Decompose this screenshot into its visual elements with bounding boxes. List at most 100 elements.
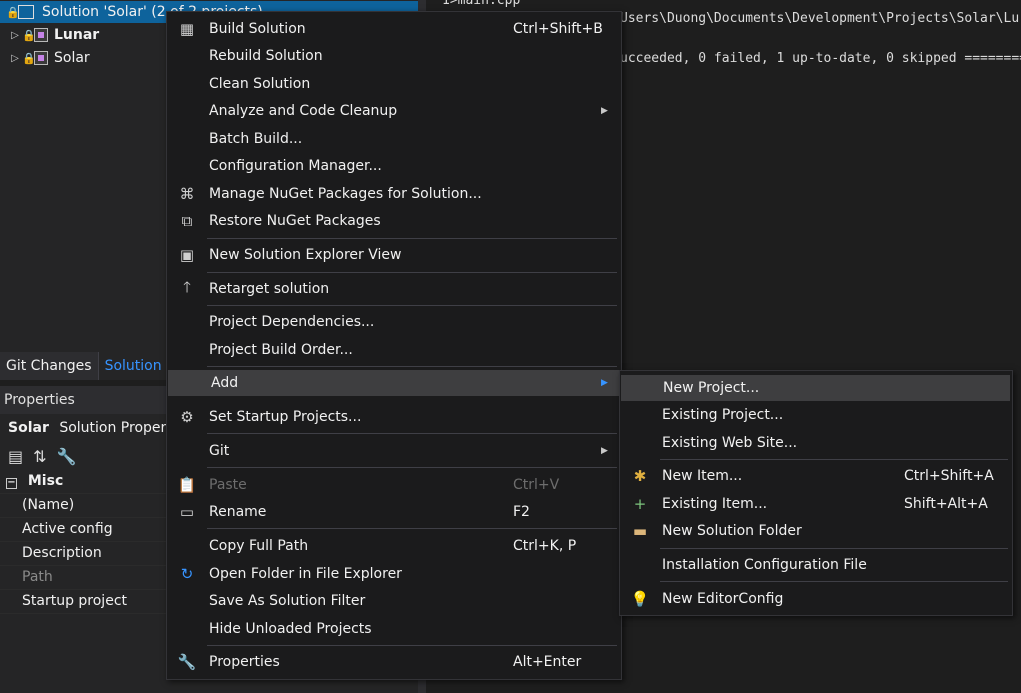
menu-shortcut: F2 xyxy=(513,504,530,520)
menu-item-retarget-solution[interactable]: 🡑 Retarget solution xyxy=(167,276,621,302)
editorconfig-icon: 💡 xyxy=(630,590,650,608)
menu-item-restore-nuget[interactable]: ⧉ Restore NuGet Packages xyxy=(167,208,621,234)
menu-item-set-startup-projects[interactable]: ⚙ Set Startup Projects... xyxy=(167,404,621,430)
menu-shortcut: Ctrl+V xyxy=(513,477,560,493)
menu-item-build-solution[interactable]: ▦ Build Solution Ctrl+Shift+B xyxy=(167,16,621,42)
wrench-icon[interactable]: 🔧 xyxy=(57,447,77,466)
menu-item-project-dependencies[interactable]: Project Dependencies... xyxy=(167,309,621,335)
existing-item-icon: + xyxy=(633,495,647,513)
menu-separator xyxy=(207,238,617,239)
menu-item-git[interactable]: Git ▶ xyxy=(167,438,621,464)
menu-label: Open Folder in File Explorer xyxy=(209,566,402,582)
menu-label: Git xyxy=(209,443,230,459)
menu-item-add[interactable]: Add ▶ xyxy=(168,370,620,396)
expand-arrow-icon[interactable]: ▷ xyxy=(8,53,22,64)
alphabetical-icon[interactable]: ⇅ xyxy=(33,447,46,466)
restore-icon: ⧉ xyxy=(181,212,193,230)
menu-label: Project Build Order... xyxy=(209,342,353,358)
menu-label: Rename xyxy=(209,504,267,520)
menu-shortcut: Ctrl+Shift+B xyxy=(513,21,603,37)
categorized-icon[interactable]: ▤ xyxy=(8,447,23,466)
menu-item-new-solution-explorer-view[interactable]: ▣ New Solution Explorer View xyxy=(167,242,621,268)
menu-label: Properties xyxy=(209,654,280,670)
menu-shortcut: Alt+Enter xyxy=(513,654,582,670)
menu-item-clean-solution[interactable]: Clean Solution xyxy=(167,71,621,97)
menu-label: Restore NuGet Packages xyxy=(209,213,381,229)
submenu-item-new-solution-folder[interactable]: ▬ New Solution Folder xyxy=(620,518,1012,544)
submenu-item-existing-project[interactable]: Existing Project... xyxy=(620,402,1012,428)
menu-item-properties[interactable]: 🔧 Properties Alt+Enter xyxy=(167,649,621,675)
menu-separator xyxy=(207,528,617,529)
project-label: Lunar xyxy=(54,27,100,43)
menu-label: Paste xyxy=(209,477,247,493)
menu-separator xyxy=(207,305,617,306)
property-name: Startup project xyxy=(22,593,127,609)
arrow-up-icon: 🡑 xyxy=(183,277,191,296)
project-label: Solar xyxy=(54,50,90,66)
tab-git-changes[interactable]: Git Changes xyxy=(0,352,99,380)
gear-icon: ⚙ xyxy=(180,408,194,426)
lock-icon: 🔒 xyxy=(22,28,36,42)
menu-item-manage-nuget[interactable]: ⌘ Manage NuGet Packages for Solution... xyxy=(167,181,621,207)
output-line: Users\Duong\Documents\Development\Projec… xyxy=(620,11,1020,26)
nuget-icon: ⌘ xyxy=(179,185,195,203)
menu-label: New Project... xyxy=(663,380,760,396)
menu-label: Clean Solution xyxy=(209,76,311,92)
menu-item-batch-build[interactable]: Batch Build... xyxy=(167,126,621,152)
menu-label: New EditorConfig xyxy=(662,591,784,607)
menu-item-rename[interactable]: ▭ Rename F2 xyxy=(167,499,621,525)
menu-item-hide-unloaded-projects[interactable]: Hide Unloaded Projects xyxy=(167,616,621,642)
menu-label: New Solution Explorer View xyxy=(209,247,402,263)
solution-context-menu: ▦ Build Solution Ctrl+Shift+B Rebuild So… xyxy=(166,11,622,680)
menu-item-save-as-solution-filter[interactable]: Save As Solution Filter xyxy=(167,588,621,614)
menu-item-copy-full-path[interactable]: Copy Full Path Ctrl+K, P xyxy=(167,533,621,559)
menu-label: Analyze and Code Cleanup xyxy=(209,103,398,119)
menu-label: Existing Item... xyxy=(662,496,768,512)
menu-item-open-folder[interactable]: ↻ Open Folder in File Explorer xyxy=(167,561,621,587)
category-label: Misc xyxy=(27,473,64,489)
subject-name: Solar xyxy=(8,420,49,436)
menu-item-analyze[interactable]: Analyze and Code Cleanup ▶ xyxy=(167,98,621,124)
expand-arrow-icon[interactable]: ▷ xyxy=(8,30,22,41)
submenu-item-new-editorconfig[interactable]: 💡 New EditorConfig xyxy=(620,586,1012,612)
output-line: 1>main.cpp xyxy=(442,0,521,8)
menu-label: Project Dependencies... xyxy=(209,314,375,330)
menu-label: New Solution Folder xyxy=(662,523,802,539)
lock-icon: 🔒 xyxy=(6,5,20,19)
menu-label: New Item... xyxy=(662,468,743,484)
cpp-project-icon xyxy=(34,51,48,65)
lock-icon: 🔒 xyxy=(22,51,36,65)
solution-icon xyxy=(18,5,34,19)
submenu-item-new-item[interactable]: ✱ New Item... Ctrl+Shift+A xyxy=(620,463,1012,489)
menu-separator xyxy=(207,272,617,273)
wrench-icon: 🔧 xyxy=(177,653,197,671)
menu-label: Copy Full Path xyxy=(209,538,309,554)
output-line: ucceeded, 0 failed, 1 up-to-date, 0 skip… xyxy=(620,51,1021,66)
menu-shortcut: Ctrl+K, P xyxy=(513,538,577,554)
menu-label: Build Solution xyxy=(209,21,306,37)
menu-item-project-build-order[interactable]: Project Build Order... xyxy=(167,337,621,363)
build-icon: ▦ xyxy=(179,20,195,38)
submenu-item-existing-web-site[interactable]: Existing Web Site... xyxy=(620,430,1012,456)
submenu-item-new-project[interactable]: New Project... xyxy=(621,375,1010,401)
paste-icon: 📋 xyxy=(177,476,197,494)
menu-item-paste[interactable]: 📋 Paste Ctrl+V xyxy=(167,472,621,498)
menu-label: Set Startup Projects... xyxy=(209,409,362,425)
property-name: Description xyxy=(22,545,102,561)
menu-label: Retarget solution xyxy=(209,281,330,297)
new-view-icon: ▣ xyxy=(179,246,195,264)
menu-shortcut: Shift+Alt+A xyxy=(904,496,988,512)
menu-label: Save As Solution Filter xyxy=(209,593,366,609)
menu-separator xyxy=(660,581,1008,582)
submenu-item-installation-configuration-file[interactable]: Installation Configuration File xyxy=(620,552,1012,578)
menu-label: Batch Build... xyxy=(209,131,303,147)
menu-item-configuration-manager[interactable]: Configuration Manager... xyxy=(167,153,621,179)
menu-item-rebuild-solution[interactable]: Rebuild Solution xyxy=(167,43,621,69)
menu-separator xyxy=(207,645,617,646)
menu-separator xyxy=(660,459,1008,460)
menu-shortcut: Ctrl+Shift+A xyxy=(904,468,994,484)
new-item-icon: ✱ xyxy=(633,467,647,485)
submenu-item-existing-item[interactable]: + Existing Item... Shift+Alt+A xyxy=(620,491,1012,517)
collapse-icon[interactable]: − xyxy=(6,478,17,489)
menu-separator xyxy=(207,366,617,367)
